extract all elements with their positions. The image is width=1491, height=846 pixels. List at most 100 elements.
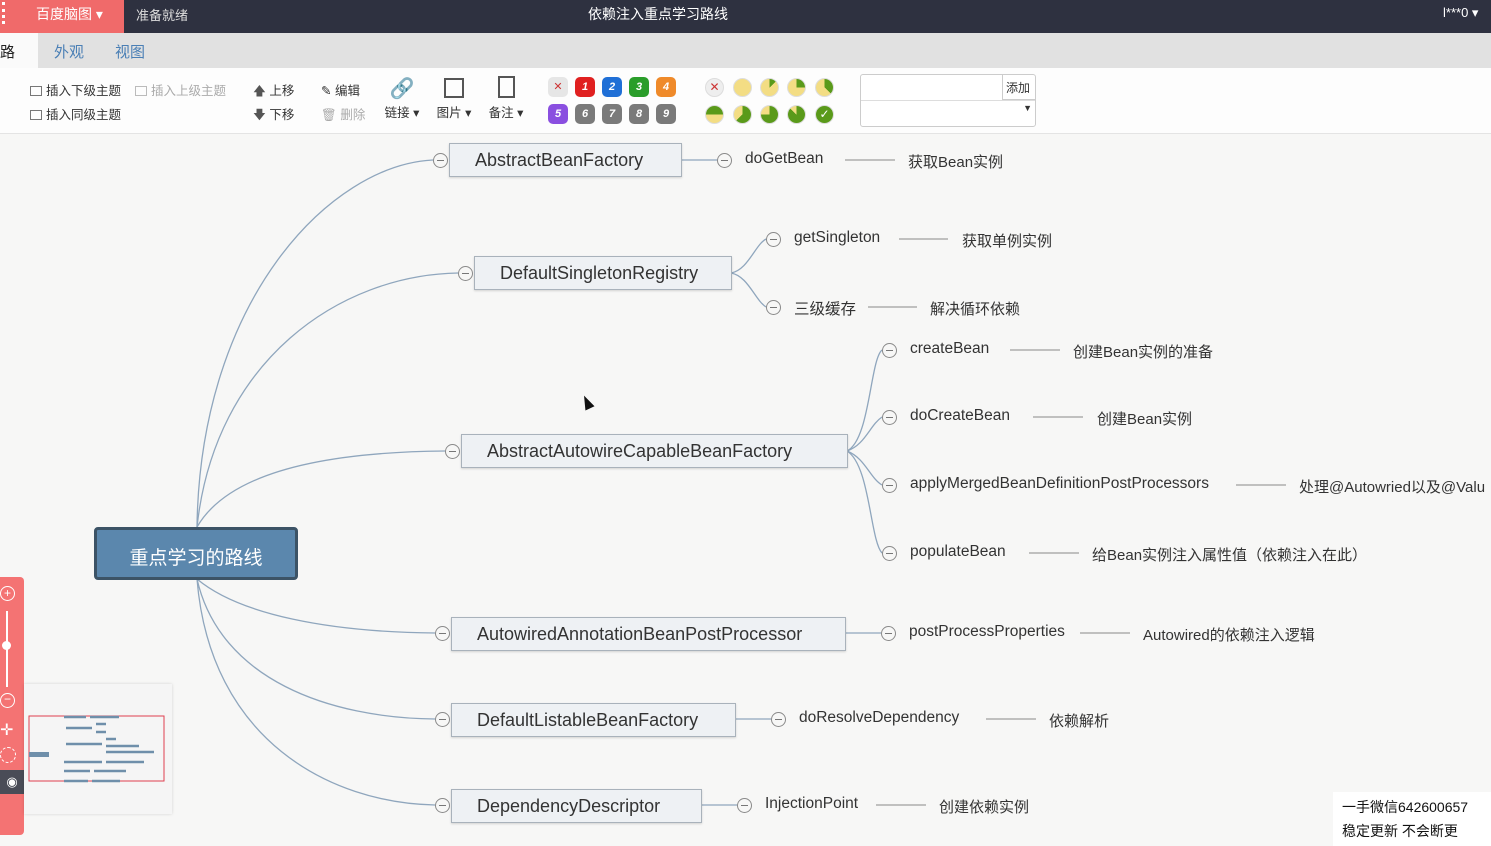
collapse-icon[interactable]: [717, 153, 732, 168]
topic-desc[interactable]: 创建Bean实例: [1097, 408, 1192, 429]
note-icon: [497, 76, 515, 98]
watermark: 一手微信642600657 稳定更新 不会断更: [1333, 792, 1491, 846]
progress-7-button[interactable]: [787, 105, 806, 124]
arrow-down-icon: 🡇: [253, 108, 270, 122]
progress-4-button[interactable]: [705, 105, 724, 124]
image-icon: [444, 78, 464, 98]
topic-populate-bean[interactable]: populateBean: [910, 543, 1006, 561]
collapse-icon[interactable]: [766, 232, 781, 247]
topic-abstract-autowire-capable-bean-factory[interactable]: AbstractAutowireCapableBeanFactory: [461, 434, 848, 468]
collapse-icon[interactable]: [882, 343, 897, 358]
watermark-line: 稳定更新 不会断更: [1342, 823, 1458, 839]
topic-desc[interactable]: 获取Bean实例: [908, 151, 1003, 172]
eye-icon[interactable]: ◉: [0, 770, 24, 794]
move-up-button[interactable]: 🡅 上移: [253, 80, 294, 103]
progress-6-button[interactable]: [760, 105, 779, 124]
progress-0-button[interactable]: [733, 78, 752, 97]
topic-do-resolve-dependency[interactable]: doResolveDependency: [799, 709, 959, 727]
tab-idea[interactable]: 思路: [0, 33, 38, 68]
move-icon[interactable]: ✛: [0, 720, 13, 740]
topic-autowired-annotation-bean-post-processor[interactable]: AutowiredAnnotationBeanPostProcessor: [451, 617, 846, 651]
priority-5-button[interactable]: 5: [548, 104, 568, 124]
dropdown-arrow-icon[interactable]: ▼: [1023, 103, 1032, 113]
topic-desc[interactable]: 创建依赖实例: [939, 796, 1029, 817]
collapse-icon[interactable]: [435, 798, 450, 813]
collapse-icon[interactable]: [435, 712, 450, 727]
collapse-icon[interactable]: [882, 410, 897, 425]
label: 插入上级主题: [151, 84, 227, 98]
topic-create-bean[interactable]: createBean: [910, 340, 989, 358]
topic-desc[interactable]: 解决循环依赖: [930, 298, 1020, 319]
topic-injection-point[interactable]: InjectionPoint: [765, 795, 858, 813]
brand-menu-button[interactable]: 百度脑图 ▾: [0, 0, 124, 33]
priority-2-button[interactable]: 2: [602, 77, 622, 97]
insert-sibling-icon: [30, 110, 42, 120]
label: 删除: [340, 108, 366, 122]
collapse-icon[interactable]: [771, 712, 786, 727]
progress-5-button[interactable]: [733, 105, 752, 124]
user-name: l***0: [1443, 5, 1469, 20]
topic-abstract-bean-factory[interactable]: AbstractBeanFactory: [449, 143, 682, 177]
topic-desc[interactable]: 依赖解析: [1049, 710, 1109, 731]
topic-post-process-properties[interactable]: postProcessProperties: [909, 623, 1065, 641]
link-button[interactable]: 🔗 链接 ▾: [382, 76, 422, 121]
tab-view[interactable]: 视图: [115, 41, 145, 62]
priority-9-button[interactable]: 9: [656, 104, 676, 124]
topic-desc[interactable]: Autowired的依赖注入逻辑: [1143, 624, 1315, 645]
delete-button[interactable]: 🗑 删除: [321, 104, 365, 123]
progress-1-button[interactable]: [760, 78, 779, 97]
zoom-slider-handle[interactable]: [2, 641, 11, 650]
document-title[interactable]: 依赖注入重点学习路线: [588, 4, 728, 24]
zoom-in-icon[interactable]: +: [0, 586, 15, 601]
edit-icon: ✎: [321, 84, 335, 98]
collapse-icon[interactable]: [435, 626, 450, 641]
topic-apply-merged-bean-definition-post-processors[interactable]: applyMergedBeanDefinitionPostProcessors: [910, 475, 1209, 493]
tab-appearance[interactable]: 外观: [54, 41, 84, 62]
collapse-icon[interactable]: [882, 546, 897, 561]
collapse-icon[interactable]: [881, 626, 896, 641]
edit-button[interactable]: ✎ 编辑: [321, 80, 360, 99]
toolbar: 插入下级主题 插入上级主题 插入同级主题 🡅 上移 🡇 下移 ✎ 编辑 🗑 删除…: [0, 68, 1491, 134]
image-button[interactable]: 图片 ▾: [434, 76, 474, 121]
topic-desc[interactable]: 获取单例实例: [962, 230, 1052, 251]
collapse-icon[interactable]: [737, 798, 752, 813]
root-topic[interactable]: 重点学习的路线: [94, 527, 298, 580]
insert-parent-button[interactable]: 插入上级主题: [135, 80, 226, 99]
remove-progress-button[interactable]: ✕: [705, 78, 724, 97]
insert-child-button[interactable]: 插入下级主题: [30, 80, 121, 99]
locate-center-icon[interactable]: [0, 747, 16, 763]
topic-default-listable-bean-factory[interactable]: DefaultListableBeanFactory: [451, 703, 736, 737]
note-button[interactable]: 备注 ▾: [486, 76, 526, 121]
priority-8-button[interactable]: 8: [629, 104, 649, 124]
add-resource-button[interactable]: 添加: [1002, 74, 1036, 100]
priority-6-button[interactable]: 6: [575, 104, 595, 124]
minimap[interactable]: [24, 684, 172, 814]
remove-priority-button[interactable]: ✕: [548, 77, 568, 97]
topic-default-singleton-registry[interactable]: DefaultSingletonRegistry: [474, 256, 732, 290]
priority-4-button[interactable]: 4: [656, 77, 676, 97]
topic-get-singleton[interactable]: getSingleton: [794, 229, 880, 247]
zoom-out-icon[interactable]: −: [0, 693, 15, 708]
collapse-icon[interactable]: [882, 478, 897, 493]
topic-desc[interactable]: 创建Bean实例的准备: [1073, 341, 1213, 362]
user-menu[interactable]: l***0 ▾: [1443, 5, 1478, 21]
move-down-button[interactable]: 🡇 下移: [253, 104, 294, 127]
topic-do-create-bean[interactable]: doCreateBean: [910, 407, 1010, 425]
topic-desc[interactable]: 处理@Autowried以及@Valu: [1299, 476, 1485, 497]
collapse-icon[interactable]: [445, 444, 460, 459]
collapse-icon[interactable]: [458, 266, 473, 281]
progress-done-button[interactable]: ✓: [815, 105, 834, 124]
progress-2-button[interactable]: [787, 78, 806, 97]
priority-3-button[interactable]: 3: [629, 77, 649, 97]
progress-3-button[interactable]: [815, 78, 834, 97]
topic-three-level-cache[interactable]: 三级缓存: [794, 297, 856, 319]
topic-dependency-descriptor[interactable]: DependencyDescriptor: [451, 789, 702, 823]
collapse-icon[interactable]: [433, 153, 448, 168]
label: 图片: [436, 106, 462, 120]
priority-1-button[interactable]: 1: [575, 77, 595, 97]
priority-7-button[interactable]: 7: [602, 104, 622, 124]
insert-sibling-button[interactable]: 插入同级主题: [30, 104, 121, 123]
collapse-icon[interactable]: [766, 300, 781, 315]
topic-desc[interactable]: 给Bean实例注入属性值（依赖注入在此）: [1092, 544, 1367, 565]
topic-do-get-bean[interactable]: doGetBean: [745, 150, 823, 168]
